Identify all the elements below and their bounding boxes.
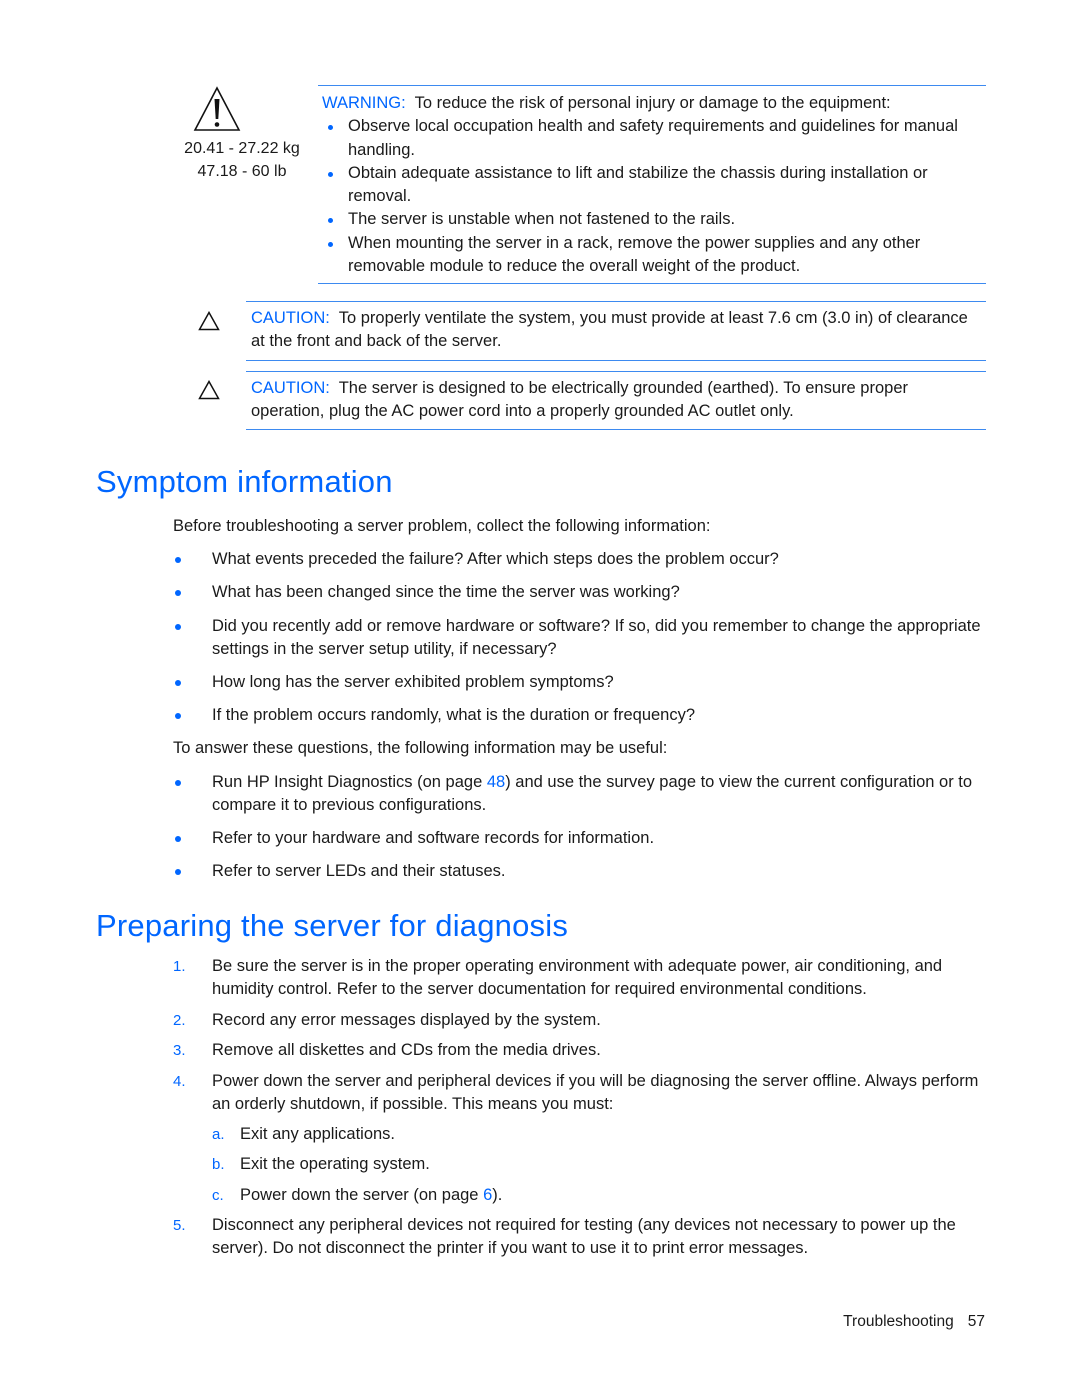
caution-label: CAUTION:	[251, 379, 330, 397]
caution-bottom-rule	[246, 429, 986, 430]
step-number: 5.	[173, 1217, 186, 1234]
list-item: What events preceded the failure? After …	[173, 548, 988, 571]
caution-body: To properly ventilate the system, you mu…	[251, 309, 968, 351]
list-item: Refer to server LEDs and their statuses.	[173, 860, 988, 883]
page-number: 57	[967, 1313, 985, 1330]
step-item: 2. Record any error messages displayed by…	[173, 1009, 988, 1032]
step-number: 2.	[173, 1012, 186, 1029]
caution-top-rule	[246, 371, 986, 372]
caution-body: The server is designed to be electricall…	[251, 379, 908, 421]
symptom-intro: Before troubleshooting a server problem,…	[173, 517, 711, 535]
weight-lb: 47.18 - 60 lb	[197, 163, 287, 180]
warning-lead: WARNING: To reduce the risk of personal …	[322, 92, 986, 115]
warning-item: When mounting the server in a rack, remo…	[322, 232, 986, 279]
warning-lead-text: To reduce the risk of personal injury or…	[414, 94, 891, 112]
caution-text: CAUTION: The server is designed to be el…	[251, 377, 981, 424]
step-item: 1. Be sure the server is in the proper op…	[173, 957, 943, 999]
weight-kg: 20.41 - 27.22 kg	[184, 140, 300, 157]
substep-letter: b.	[212, 1156, 225, 1173]
bullet-icon	[175, 590, 181, 596]
list-item: Did you recently add or remove hardware …	[173, 615, 988, 662]
caution-bottom-rule	[246, 360, 986, 361]
bullet-icon	[175, 780, 181, 786]
substep-letter: a.	[212, 1126, 225, 1143]
caution-text: CAUTION: To properly ventilate the syste…	[251, 307, 981, 354]
list-item: If the problem occurs randomly, what is …	[173, 704, 988, 727]
list-item: Run HP Insight Diagnostics (on page 48) …	[173, 771, 988, 818]
bullet-icon	[175, 680, 181, 686]
warning-triangle-exclamation-icon	[193, 86, 241, 131]
warning-item: Observe local occupation health and safe…	[322, 115, 986, 162]
section-heading-preparing: Preparing the server for diagnosis	[96, 908, 569, 943]
warning-block: WARNING: To reduce the risk of personal …	[322, 92, 986, 278]
step-item: 5. Disconnect any peripheral devices not …	[173, 1216, 956, 1258]
page-link-6[interactable]: 6	[483, 1186, 492, 1204]
substep-item: a. Exit any applications.	[212, 1123, 972, 1146]
warning-item: Obtain adequate assistance to lift and s…	[322, 162, 986, 209]
bullet-icon	[175, 713, 181, 719]
caution-top-rule	[246, 301, 986, 302]
step-number: 4.	[173, 1073, 186, 1090]
page-footer: Troubleshooting 57	[843, 1313, 985, 1331]
bullet-icon	[175, 869, 181, 875]
step-number: 3.	[173, 1042, 186, 1059]
section-heading-symptom: Symptom information	[96, 464, 393, 499]
caution-triangle-icon	[198, 380, 220, 400]
step-item: 4. Power down the server and peripheral d…	[173, 1072, 979, 1114]
warning-bottom-rule	[318, 283, 986, 284]
bullet-icon	[175, 836, 181, 842]
list-item: What has been changed since the time the…	[173, 581, 988, 604]
bullet-icon	[175, 624, 181, 630]
list-item: How long has the server exhibited proble…	[173, 671, 988, 694]
step-item: 3. Remove all diskettes and CDs from the …	[173, 1039, 988, 1062]
warning-item: The server is unstable when not fastened…	[322, 208, 986, 231]
footer-section: Troubleshooting	[843, 1313, 954, 1330]
useful-intro: To answer these questions, the following…	[173, 739, 668, 757]
substep-item: b. Exit the operating system.	[212, 1153, 972, 1176]
caution-triangle-icon	[198, 311, 220, 331]
warning-list: Observe local occupation health and safe…	[322, 115, 986, 278]
substep-letter: c.	[212, 1187, 224, 1204]
page-link-48[interactable]: 48	[487, 773, 505, 791]
list-item: Refer to your hardware and software reco…	[173, 827, 988, 850]
substep-item: c. Power down the server (on page 6).	[212, 1184, 972, 1207]
caution-label: CAUTION:	[251, 309, 330, 327]
bullet-icon	[175, 557, 181, 563]
warning-label: WARNING:	[322, 94, 406, 112]
step-number: 1.	[173, 958, 186, 975]
warning-top-rule	[318, 85, 986, 86]
